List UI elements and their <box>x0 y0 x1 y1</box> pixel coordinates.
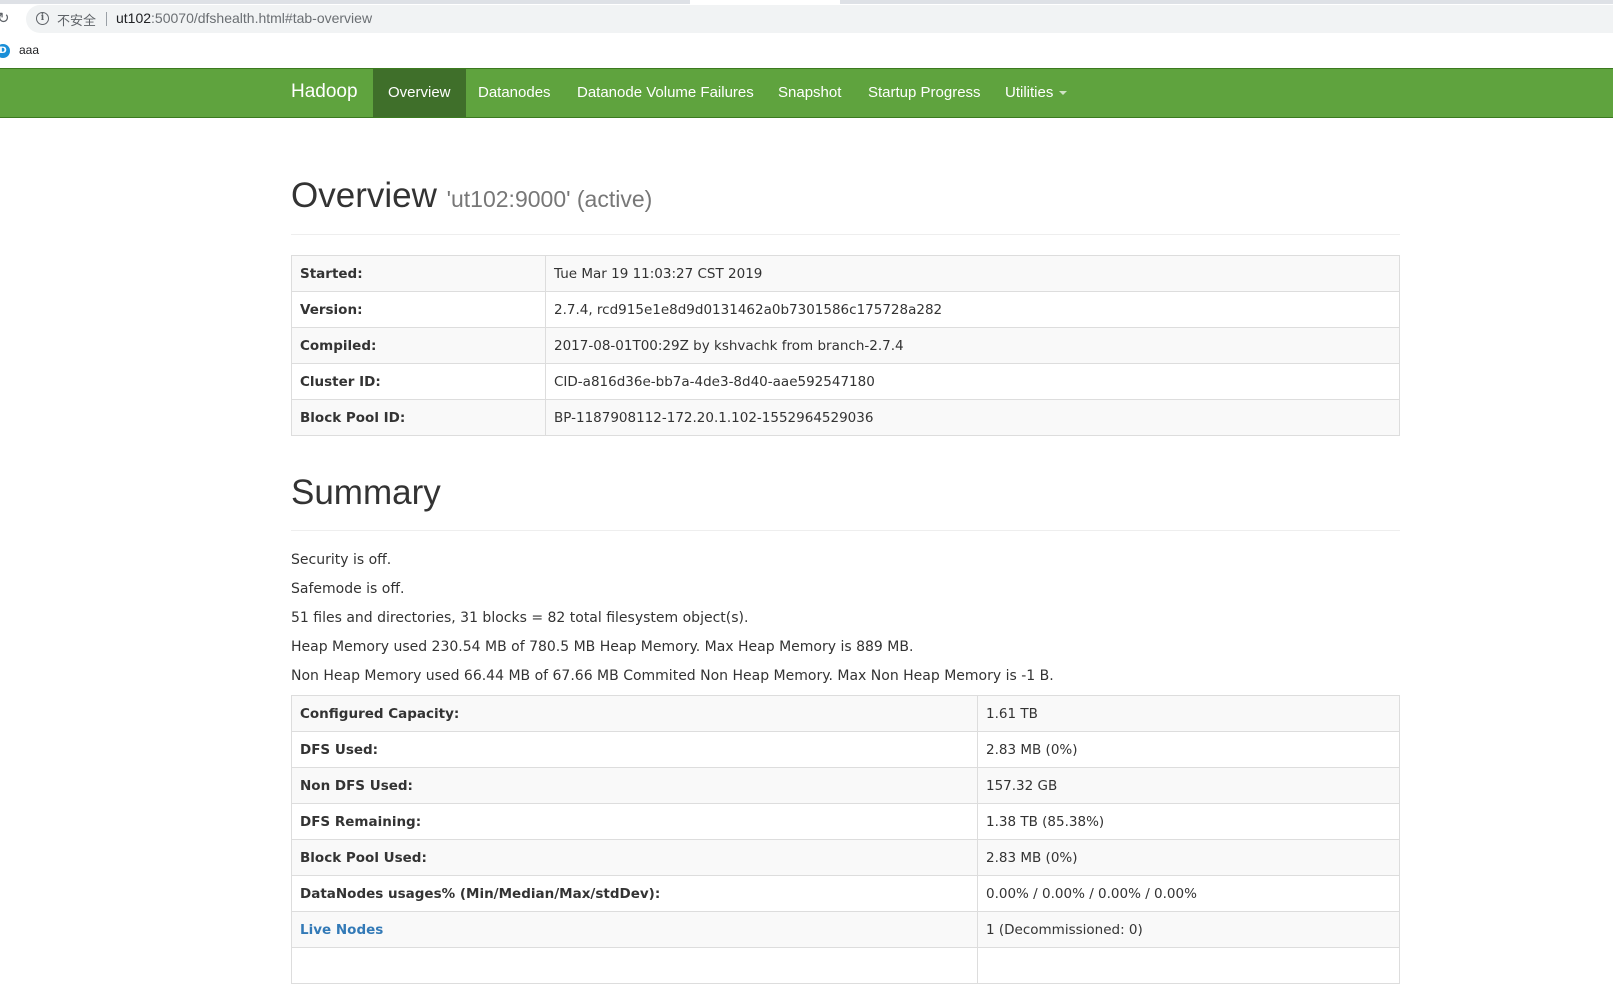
nav-tab-snapshot[interactable]: Snapshot <box>763 69 856 117</box>
row-key: Block Pool ID: <box>291 399 546 436</box>
security-status: Security is off. <box>291 552 392 568</box>
main-content: Overview 'ut102:9000' (active) Started: T… <box>291 118 1400 984</box>
nav-tab-label: Utilities <box>1005 84 1054 101</box>
table-row: Cluster ID: CID-a816d36e-bb7a-4de3-8d40-a… <box>291 363 1400 400</box>
row-key-cell: Live Nodes <box>291 911 978 948</box>
top-navbar: Hadoop Overview Datanodes Datanode Volum… <box>0 68 1613 118</box>
table-row: Block Pool ID: BP-1187908112-172.20.1.102… <box>291 399 1400 436</box>
reload-icon[interactable]: ↻ <box>0 9 13 27</box>
url-host: ut102 <box>116 10 152 26</box>
table-row: Configured Capacity: 1.61 TB <box>291 695 1400 732</box>
row-key: DFS Used: <box>291 731 978 768</box>
tab-strip <box>0 0 1613 4</box>
nav-tab-label: Datanodes <box>478 84 551 101</box>
bookmark-item[interactable]: aaa <box>19 43 39 57</box>
row-value: 157.32 GB <box>977 767 1400 804</box>
row-key <box>291 947 978 984</box>
nav-tab-overview[interactable]: Overview <box>373 69 466 117</box>
row-value: 2.7.4, rcd915e1e8d9d0131462a0b7301586c17… <box>545 291 1400 328</box>
table-row <box>291 947 1400 984</box>
nav-tab-datanode-volume-failures[interactable]: Datanode Volume Failures <box>562 69 769 117</box>
row-value: BP-1187908112-172.20.1.102-1552964529036 <box>545 399 1400 436</box>
row-key: Configured Capacity: <box>291 695 978 732</box>
row-value: 1 (Decommissioned: 0) <box>977 911 1400 948</box>
namenode-address: 'ut102:9000' (active) <box>446 186 653 212</box>
bookmarks-bar <box>0 38 1613 68</box>
row-value: 2017-08-01T00:29Z by kshvachk from branc… <box>545 327 1400 364</box>
row-value: CID-a816d36e-bb7a-4de3-8d40-aae592547180 <box>545 363 1400 400</box>
nav-tab-label: Startup Progress <box>868 84 981 101</box>
table-row: DFS Used: 2.83 MB (0%) <box>291 731 1400 768</box>
safemode-status: Safemode is off. <box>291 581 405 597</box>
table-row: DataNodes usages% (Min/Median/Max/stdDev… <box>291 875 1400 912</box>
table-row: Compiled: 2017-08-01T00:29Z by kshvachk f… <box>291 327 1400 364</box>
row-value <box>977 947 1400 984</box>
heap-memory: Heap Memory used 230.54 MB of 780.5 MB H… <box>291 639 914 655</box>
nav-tab-label: Datanode Volume Failures <box>577 84 754 101</box>
url-path: :50070/dfshealth.html#tab-overview <box>151 10 373 26</box>
overview-header: Overview 'ut102:9000' (active) <box>291 175 1400 235</box>
overview-title: Overview <box>291 176 437 215</box>
table-row: Live Nodes 1 (Decommissioned: 0) <box>291 911 1400 948</box>
row-value: Tue Mar 19 11:03:27 CST 2019 <box>545 255 1400 292</box>
row-value: 2.83 MB (0%) <box>977 839 1400 876</box>
nav-tab-datanodes[interactable]: Datanodes <box>463 69 566 117</box>
info-icon[interactable]: i <box>36 12 49 25</box>
row-key: DFS Remaining: <box>291 803 978 840</box>
row-key: Compiled: <box>291 327 546 364</box>
summary-title: Summary <box>291 473 441 512</box>
url-field[interactable]: ut102:50070/dfshealth.html#tab-overview <box>116 10 372 26</box>
summary-header: Summary <box>291 472 1400 531</box>
nav-dropdown-utilities[interactable]: Utilities <box>990 69 1082 117</box>
table-row: Version: 2.7.4, rcd915e1e8d9d0131462a0b73… <box>291 291 1400 328</box>
omnibox-separator <box>106 12 107 26</box>
row-key: Started: <box>291 255 546 292</box>
live-nodes-link[interactable]: Live Nodes <box>300 922 383 938</box>
row-key: Non DFS Used: <box>291 767 978 804</box>
row-key: Cluster ID: <box>291 363 546 400</box>
summary-status-lines: Security is off. Safemode is off. 51 fil… <box>291 550 1400 695</box>
row-key: Block Pool Used: <box>291 839 978 876</box>
filesystem-objects: 51 files and directories, 31 blocks = 82… <box>291 610 749 626</box>
summary-table: Configured Capacity: 1.61 TB DFS Used: 2.8… <box>291 695 1400 984</box>
page-title: Overview 'ut102:9000' (active) <box>291 175 1400 220</box>
overview-table: Started: Tue Mar 19 11:03:27 CST 2019 Ver… <box>291 255 1400 436</box>
row-value: 1.61 TB <box>977 695 1400 732</box>
table-row: Started: Tue Mar 19 11:03:27 CST 2019 <box>291 255 1400 292</box>
row-value: 0.00% / 0.00% / 0.00% / 0.00% <box>977 875 1400 912</box>
row-key: DataNodes usages% (Min/Median/Max/stdDev… <box>291 875 978 912</box>
brand-link[interactable]: Hadoop <box>291 81 358 103</box>
non-heap-memory: Non Heap Memory used 66.44 MB of 67.66 M… <box>291 668 1054 684</box>
row-value: 1.38 TB (85.38%) <box>977 803 1400 840</box>
security-label[interactable]: 不安全 <box>57 10 96 29</box>
nav-tab-label: Overview <box>388 84 451 101</box>
nav-tab-label: Snapshot <box>778 84 842 101</box>
table-row: Non DFS Used: 157.32 GB <box>291 767 1400 804</box>
row-value: 2.83 MB (0%) <box>977 731 1400 768</box>
row-key: Version: <box>291 291 546 328</box>
table-row: DFS Remaining: 1.38 TB (85.38%) <box>291 803 1400 840</box>
caret-down-icon <box>1059 91 1068 96</box>
nav-tab-startup-progress[interactable]: Startup Progress <box>853 69 996 117</box>
table-row: Block Pool Used: 2.83 MB (0%) <box>291 839 1400 876</box>
